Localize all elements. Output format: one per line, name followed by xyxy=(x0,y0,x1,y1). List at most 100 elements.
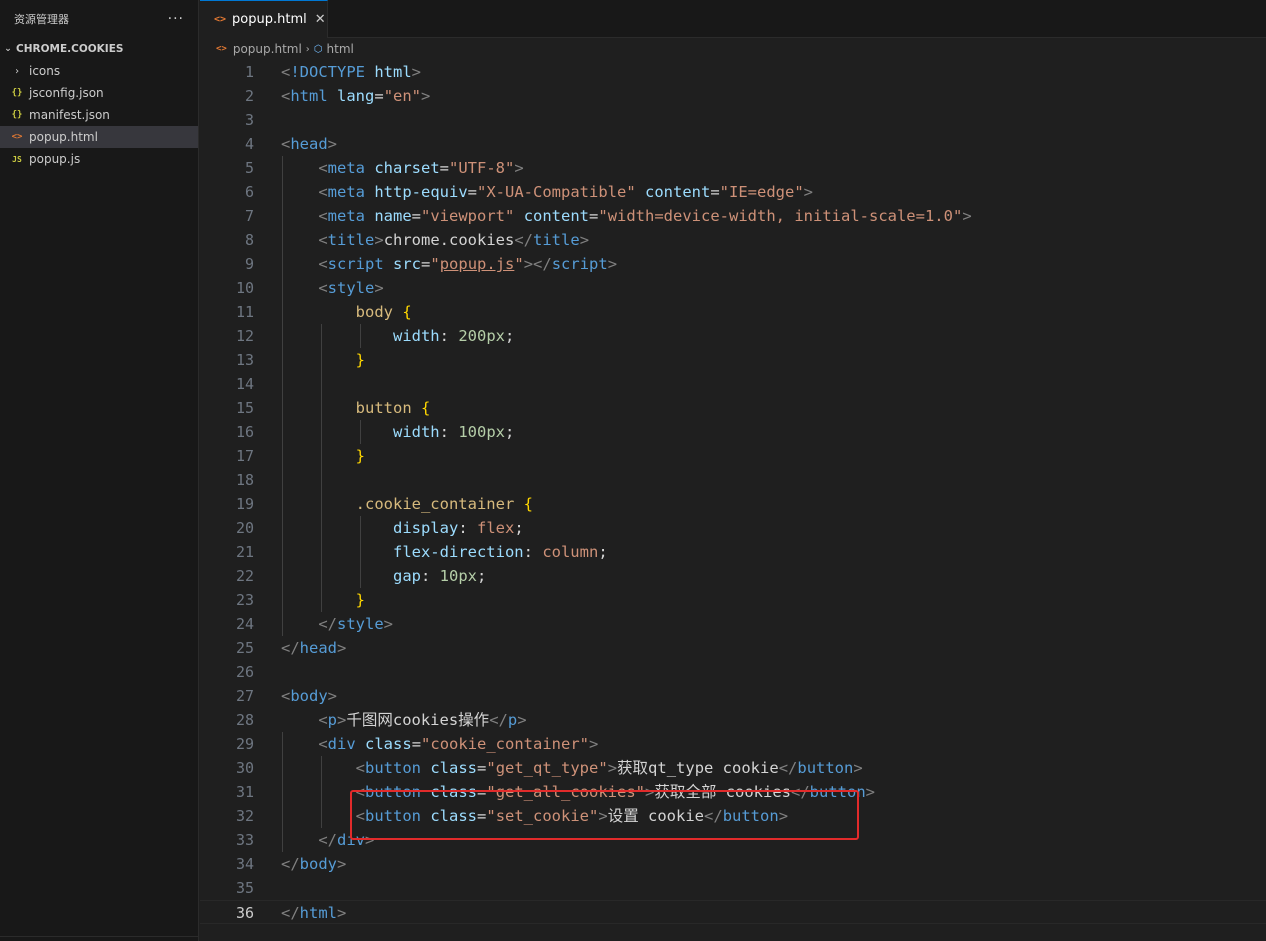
code-line[interactable]: 19 .cookie_container { xyxy=(200,492,1266,516)
code-line[interactable]: 8 <title>chrome.cookies</title> xyxy=(200,228,1266,252)
code-text: } xyxy=(281,588,365,612)
code-line[interactable]: 22 gap: 10px; xyxy=(200,564,1266,588)
code-token: width xyxy=(392,327,440,345)
symbol-cube-icon: ⬡ xyxy=(313,43,323,55)
code-token: = xyxy=(374,87,384,105)
code-line[interactable]: 27 <body> xyxy=(200,684,1266,708)
code-line[interactable]: 20 display: flex; xyxy=(200,516,1266,540)
code-token: > xyxy=(607,255,618,273)
code-text: width: 200px; xyxy=(281,324,514,348)
code-token: meta xyxy=(327,183,365,201)
code-token: chrome.cookies xyxy=(383,231,515,249)
file-tree-item[interactable]: › icons xyxy=(0,60,198,82)
line-number: 19 xyxy=(235,495,254,513)
editor-tab-bar: <> popup.html ✕ xyxy=(200,0,1266,38)
file-tree-item[interactable]: <> popup.html xyxy=(0,126,198,148)
code-token: < xyxy=(281,63,291,81)
code-line[interactable]: 12 width: 200px; xyxy=(200,324,1266,348)
chevron-down-icon: ⌄ xyxy=(4,44,12,54)
code-line[interactable]: 28 <p>千图网cookies操作</p> xyxy=(200,708,1266,732)
code-line[interactable]: 23 } xyxy=(200,588,1266,612)
code-token: script xyxy=(551,255,608,273)
code-line[interactable]: 25 </head> xyxy=(200,636,1266,660)
code-line[interactable]: 16 width: 100px; xyxy=(200,420,1266,444)
code-line[interactable]: 15 button { xyxy=(200,396,1266,420)
code-line[interactable]: 21 flex-direction: column; xyxy=(200,540,1266,564)
code-token: html xyxy=(374,63,412,81)
code-token: { xyxy=(523,495,533,513)
code-line[interactable]: 30 <button class="get_qt_type">获取qt_type… xyxy=(200,756,1266,780)
line-number: 25 xyxy=(235,639,254,657)
breadcrumb-symbol[interactable]: html xyxy=(327,42,354,56)
code-line[interactable]: 4 <head> xyxy=(200,132,1266,156)
code-token: } xyxy=(355,351,365,369)
code-token: { xyxy=(402,303,412,321)
html-file-icon: <> xyxy=(216,44,227,54)
code-line[interactable]: 14 xyxy=(200,372,1266,396)
code-token: display xyxy=(392,519,459,537)
close-icon[interactable]: ✕ xyxy=(315,12,326,27)
code-token: button xyxy=(355,399,412,417)
more-actions-icon[interactable]: ··· xyxy=(168,11,184,27)
code-token: > xyxy=(374,279,384,297)
code-line[interactable]: 3 xyxy=(200,108,1266,132)
line-number: 16 xyxy=(235,423,254,441)
code-token: " xyxy=(430,255,440,273)
line-number: 34 xyxy=(235,855,254,873)
code-text: display: flex; xyxy=(281,516,524,540)
code-token: style xyxy=(327,279,375,297)
code-token: "cookie_container" xyxy=(421,735,590,753)
code-line[interactable]: 17 } xyxy=(200,444,1266,468)
code-line[interactable]: 29 <div class="cookie_container"> xyxy=(200,732,1266,756)
file-tree-item[interactable]: JS popup.js xyxy=(0,148,198,170)
code-token: > xyxy=(803,183,814,201)
code-line[interactable]: 18 xyxy=(200,468,1266,492)
code-text: <script src="popup.js"></script> xyxy=(281,252,617,276)
file-tree-item[interactable]: {} jsconfig.json xyxy=(0,82,198,104)
code-token: lang xyxy=(337,87,375,105)
workspace-folder-label: CHROME.COOKIES xyxy=(16,43,124,55)
line-number: 1 xyxy=(244,63,254,81)
code-line[interactable]: 9 <script src="popup.js"></script> xyxy=(200,252,1266,276)
code-token: 获取qt_type cookie xyxy=(617,759,779,777)
workspace-folder[interactable]: ⌄ CHROME.COOKIES xyxy=(0,38,198,60)
code-token: > xyxy=(337,904,347,922)
code-line[interactable]: 5 <meta charset="UTF-8"> xyxy=(200,156,1266,180)
code-token: < xyxy=(318,207,328,225)
code-token: meta xyxy=(327,159,365,177)
tab-popup-html[interactable]: <> popup.html ✕ xyxy=(200,0,328,38)
code-line[interactable]: 36 </html> xyxy=(200,900,1266,924)
sidebar-divider xyxy=(0,936,199,941)
code-line[interactable]: 7 <meta name="viewport" content="width=d… xyxy=(200,204,1266,228)
line-number: 21 xyxy=(235,543,254,561)
code-token: title xyxy=(533,231,580,249)
code-text: width: 100px; xyxy=(281,420,514,444)
code-line[interactable]: 24 </style> xyxy=(200,612,1266,636)
code-token: > xyxy=(607,759,618,777)
line-number: 2 xyxy=(244,87,254,105)
code-token: gap xyxy=(392,567,421,585)
code-token: > xyxy=(411,63,422,81)
code-token: > xyxy=(517,711,527,729)
code-token: > xyxy=(865,783,876,801)
code-line[interactable]: 34 </body> xyxy=(200,852,1266,876)
annotation-highlight-box xyxy=(350,790,859,840)
file-tree-item[interactable]: {} manifest.json xyxy=(0,104,198,126)
code-line[interactable]: 26 xyxy=(200,660,1266,684)
code-token: 100px xyxy=(458,423,505,441)
code-line[interactable]: 11 body { xyxy=(200,300,1266,324)
code-line[interactable]: 13 } xyxy=(200,348,1266,372)
breadcrumb-file[interactable]: popup.html xyxy=(233,42,302,56)
code-line[interactable]: 10 <style> xyxy=(200,276,1266,300)
code-token: style xyxy=(337,615,384,633)
code-line[interactable]: 6 <meta http-equiv="X-UA-Compatible" con… xyxy=(200,180,1266,204)
code-token: < xyxy=(318,255,328,273)
code-line[interactable]: 1 <!DOCTYPE html> xyxy=(200,60,1266,84)
code-line[interactable]: 35 xyxy=(200,876,1266,900)
code-line[interactable]: 2 <html lang="en"> xyxy=(200,84,1266,108)
line-number: 12 xyxy=(235,327,254,345)
